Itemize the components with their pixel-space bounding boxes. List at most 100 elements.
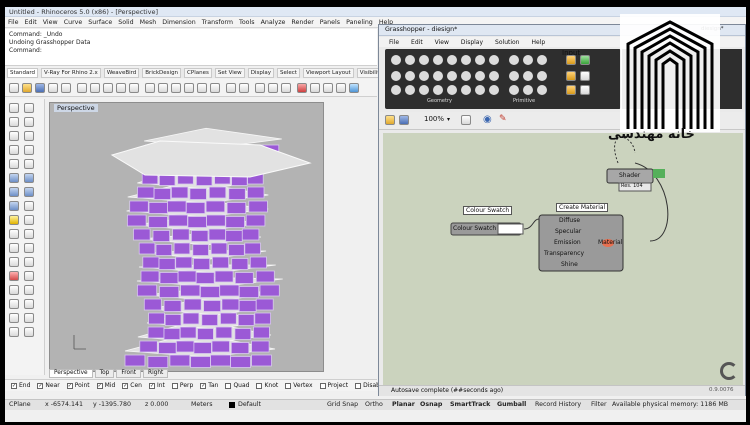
- osnap-end[interactable]: ✓ End: [11, 382, 30, 389]
- menu-panels[interactable]: Panels: [320, 19, 340, 26]
- input-emission[interactable]: Emission: [554, 239, 581, 246]
- menu-surface[interactable]: Surface: [88, 19, 112, 26]
- ribbon-component-icon[interactable]: [489, 55, 499, 65]
- osnap-int[interactable]: ✓ Int: [148, 382, 165, 389]
- select-arrow-icon[interactable]: [9, 103, 19, 113]
- circle-icon[interactable]: [9, 131, 19, 141]
- curve-icon[interactable]: [24, 117, 34, 127]
- ribbon-component-icon[interactable]: [489, 71, 499, 81]
- ribbon-component-icon[interactable]: [391, 55, 401, 65]
- rotate-view-icon[interactable]: [158, 83, 168, 93]
- new-file-icon[interactable]: [9, 83, 19, 93]
- viewport-tab-right[interactable]: Right: [143, 369, 169, 378]
- grasshopper-canvas[interactable]: Colour Swatch Colour Swatch Create Mater…: [383, 133, 743, 385]
- toggle-icon[interactable]: [566, 85, 576, 95]
- ribbon-component-icon[interactable]: [461, 71, 471, 81]
- mirror-icon[interactable]: [9, 257, 19, 267]
- ribbon-component-icon[interactable]: [523, 71, 533, 81]
- viewport-tab-perspective[interactable]: Perspective: [49, 369, 93, 378]
- open-folder-icon[interactable]: [22, 83, 32, 93]
- join-icon[interactable]: [9, 285, 19, 295]
- ribbon-component-icon[interactable]: [489, 85, 499, 95]
- surface-icon[interactable]: [9, 173, 19, 183]
- osnap-checkbox[interactable]: [355, 382, 362, 389]
- layer-color-swatch[interactable]: [229, 402, 235, 408]
- menu-transform[interactable]: Transform: [202, 19, 233, 26]
- zoom-level[interactable]: 100%: [424, 115, 444, 123]
- osnap-checkbox[interactable]: ✓: [37, 382, 44, 389]
- menu-file[interactable]: File: [8, 19, 19, 26]
- rotate-icon[interactable]: [9, 243, 19, 253]
- print-icon[interactable]: [48, 83, 58, 93]
- render-settings-icon[interactable]: [336, 83, 346, 93]
- slider-icon[interactable]: [566, 71, 576, 81]
- properties-icon[interactable]: [310, 83, 320, 93]
- boolean-icon[interactable]: [24, 201, 34, 211]
- tab-display[interactable]: Display: [247, 68, 274, 78]
- gh-menu-view[interactable]: View: [435, 39, 449, 46]
- osnap-project[interactable]: Project: [319, 382, 348, 389]
- ribbon-component-icon[interactable]: [509, 85, 519, 95]
- status-cplane[interactable]: CPlane: [9, 401, 31, 408]
- light-icon[interactable]: [9, 215, 19, 225]
- fillet-icon[interactable]: [24, 159, 34, 169]
- lock-icon[interactable]: [281, 83, 291, 93]
- block-icon[interactable]: [24, 313, 34, 323]
- osnap-checkbox[interactable]: ✓: [122, 382, 129, 389]
- ribbon-component-icon[interactable]: [447, 85, 457, 95]
- status-osnap[interactable]: Osnap: [420, 401, 442, 408]
- ribbon-component-icon[interactable]: [405, 71, 415, 81]
- ribbon-component-icon[interactable]: [391, 85, 401, 95]
- osnap-perp[interactable]: Perp: [171, 382, 193, 389]
- polyline-icon[interactable]: [9, 117, 19, 127]
- osnap-checkbox[interactable]: [319, 382, 326, 389]
- sketch-pen-icon[interactable]: ✎: [499, 114, 507, 124]
- status-record-history[interactable]: Record History: [535, 401, 581, 408]
- ribbon-component-icon[interactable]: [447, 55, 457, 65]
- ribbon-component-icon[interactable]: [509, 71, 519, 81]
- colour-swatch-icon[interactable]: [580, 55, 590, 65]
- command-prompt[interactable]: Command:: [9, 47, 373, 55]
- osnap-near[interactable]: ✓ Near: [37, 382, 60, 389]
- ribbon-component-icon[interactable]: [419, 55, 429, 65]
- osnap-checkbox[interactable]: [256, 382, 263, 389]
- osnap-checkbox[interactable]: ✓: [200, 382, 207, 389]
- ribbon-component-icon[interactable]: [419, 71, 429, 81]
- gh-menu-help[interactable]: Help: [532, 39, 546, 46]
- trim-icon[interactable]: [9, 271, 19, 281]
- ribbon-component-icon[interactable]: [405, 55, 415, 65]
- gh-menu-solution[interactable]: Solution: [495, 39, 519, 46]
- ribbon-component-icon[interactable]: [433, 71, 443, 81]
- osnap-checkbox[interactable]: ✓: [96, 382, 103, 389]
- osnap-vertex[interactable]: Vertex: [285, 382, 313, 389]
- polygon-icon[interactable]: [24, 145, 34, 155]
- select-icon[interactable]: [255, 83, 265, 93]
- colour-swatch-value[interactable]: [497, 223, 524, 235]
- undo-icon[interactable]: [116, 83, 126, 93]
- zoom-icon[interactable]: [171, 83, 181, 93]
- tab-brickdesign[interactable]: BrickDesign: [142, 68, 182, 78]
- rectangle-icon[interactable]: [9, 145, 19, 155]
- ribbon-component-icon[interactable]: [461, 85, 471, 95]
- output-material[interactable]: Material: [598, 239, 622, 246]
- input-specular[interactable]: Specular: [555, 228, 581, 235]
- tab-standard[interactable]: Standard: [7, 68, 39, 78]
- zoom-selected-icon[interactable]: [210, 83, 220, 93]
- move-icon[interactable]: [9, 229, 19, 239]
- zoom-extents-icon[interactable]: [461, 115, 471, 125]
- input-shine[interactable]: Shine: [561, 261, 578, 268]
- menu-solid[interactable]: Solid: [118, 19, 133, 26]
- input-diffuse[interactable]: Diffuse: [559, 217, 580, 224]
- zoom-extents-icon[interactable]: [197, 83, 207, 93]
- analyze-icon[interactable]: [24, 299, 34, 309]
- osnap-knot[interactable]: Knot: [256, 382, 278, 389]
- viewport-label[interactable]: Perspective: [54, 104, 98, 112]
- preview-eye-icon[interactable]: ◉: [483, 114, 492, 125]
- viewport-tab-top[interactable]: Top: [94, 369, 115, 378]
- paste-icon[interactable]: [103, 83, 113, 93]
- gh-menu-display[interactable]: Display: [461, 39, 483, 46]
- ribbon-component-icon[interactable]: [391, 71, 401, 81]
- osnap-quad[interactable]: Quad: [225, 382, 249, 389]
- scale-icon[interactable]: [24, 243, 34, 253]
- status-ortho[interactable]: Ortho: [365, 401, 383, 408]
